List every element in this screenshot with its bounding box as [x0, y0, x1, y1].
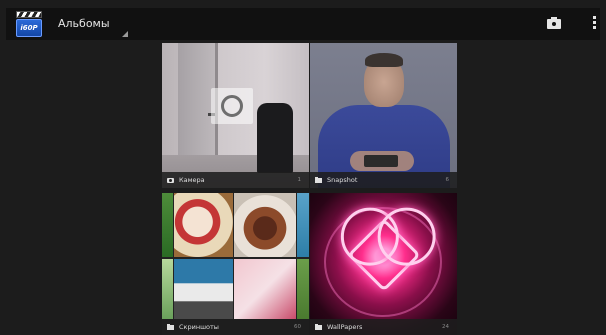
album-label: Snapshot	[327, 176, 358, 184]
album-thumbnail	[310, 193, 457, 335]
clapperboard-icon	[16, 11, 42, 18]
album-caption: Камера 1	[162, 172, 309, 188]
folder-icon	[315, 324, 322, 330]
album-label: Камера	[179, 176, 205, 184]
album-count: 6	[445, 177, 450, 183]
album-thumbnail	[162, 43, 309, 188]
album-label: Скриншоты	[179, 323, 219, 331]
album-caption: Скриншоты 60	[162, 319, 309, 335]
camera-overlay-icon	[211, 88, 253, 124]
action-bar: i60P Альбомы	[6, 8, 600, 40]
album-tile-wallpapers[interactable]: WallPapers 24	[310, 193, 457, 335]
album-label: WallPapers	[327, 323, 363, 331]
album-caption: WallPapers 24	[310, 319, 457, 335]
gallery-screen: i60P Альбомы Камера 1 Snapshot 6 Скриншо…	[0, 0, 606, 335]
album-count: 60	[294, 324, 301, 330]
app-icon-label: i60P	[16, 19, 42, 37]
camera-button[interactable]	[546, 16, 564, 32]
album-spinner-title[interactable]: Альбомы	[58, 17, 110, 30]
album-thumbnail	[162, 193, 309, 335]
album-count: 1	[297, 177, 302, 183]
album-count: 24	[442, 324, 449, 330]
app-icon[interactable]: i60P	[16, 11, 42, 37]
album-tile-screenshots[interactable]: Скриншоты 60	[162, 193, 309, 335]
album-tile-camera[interactable]: Камера 1	[162, 43, 309, 188]
overflow-menu-icon[interactable]	[591, 16, 597, 32]
folder-icon	[167, 324, 174, 330]
folder-icon	[315, 177, 322, 183]
album-caption: Snapshot 6	[310, 172, 457, 188]
camera-icon	[167, 177, 174, 183]
album-tile-snapshot[interactable]: Snapshot 6	[310, 43, 457, 188]
spinner-arrow-icon[interactable]	[122, 31, 128, 37]
album-thumbnail	[310, 43, 457, 188]
